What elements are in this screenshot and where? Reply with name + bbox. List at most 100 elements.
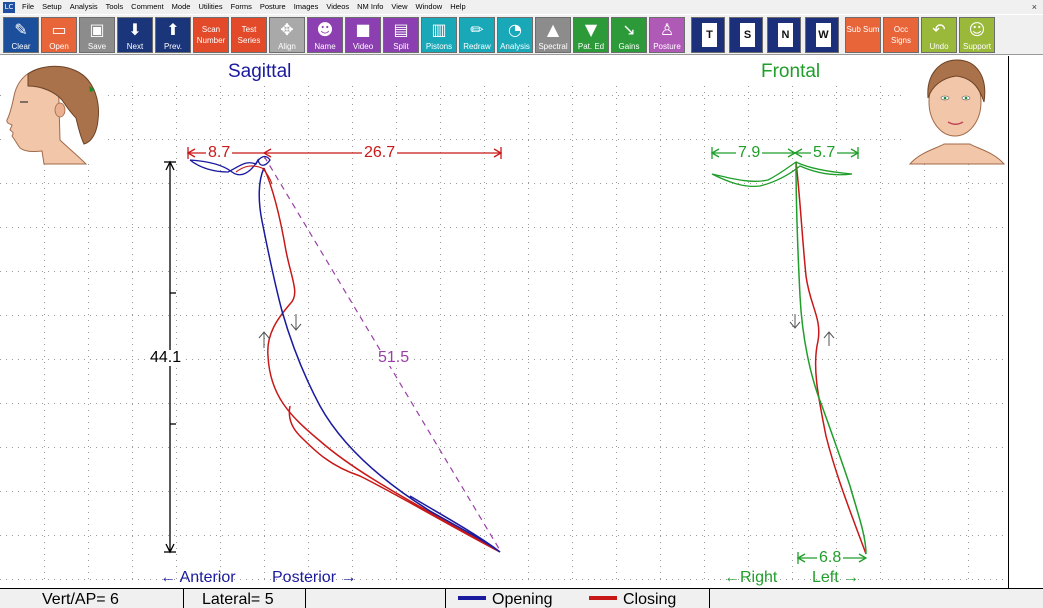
sagittal-posterior-value: 26.7 <box>362 144 398 161</box>
right-direction-label: ←Right <box>724 569 778 586</box>
toolbar-button-save[interactable]: ▣ Save <box>79 17 115 53</box>
menu-view[interactable]: View <box>387 0 411 14</box>
menu-forms[interactable]: Forms <box>227 0 256 14</box>
toolbar-button-gains[interactable]: ↘ Gains <box>611 17 647 53</box>
sagittal-vertical-value: 44.1 <box>148 349 184 366</box>
toolbar-button-label: Test Series <box>237 25 261 45</box>
toolbar-button-occ-signs[interactable]: Occ Signs <box>883 17 919 53</box>
toolbar-button-label: Spectral <box>538 42 568 51</box>
document-n-icon[interactable]: N <box>767 17 801 53</box>
toolbar-button-label: Analysis <box>500 42 530 51</box>
menu-window[interactable]: Window <box>412 0 447 14</box>
document-t-icon[interactable]: T <box>691 17 725 53</box>
profile-face-icon <box>2 58 104 165</box>
camera-icon: ■ <box>355 20 371 39</box>
frontal-opening-arrow-icon <box>823 331 835 346</box>
pencil-icon: ✏ <box>470 20 484 39</box>
toolbar-button-label: Scan Number <box>196 25 226 45</box>
align-icon: ✥ <box>280 20 294 39</box>
vert-ap-status: Vert/AP= 6 <box>0 589 184 608</box>
toolbar-button-next[interactable]: ⬇ Next <box>117 17 153 53</box>
toolbar-button-test-series[interactable]: Test Series <box>231 17 267 53</box>
toolbar-button-undo[interactable]: ↶ Undo <box>921 17 957 53</box>
toolbar-button-label: Video <box>352 42 374 51</box>
frontal-top-loops <box>711 161 853 188</box>
document-s-icon[interactable]: S <box>729 17 763 53</box>
closing-legend-label: Closing <box>622 591 677 608</box>
application-window: LC File Setup Analysis Tools Comment Mod… <box>0 0 1043 608</box>
toolbar-button-label: Sub Sum <box>846 25 880 34</box>
toolbar-button-analysis[interactable]: ◔ Analysis <box>497 17 533 53</box>
menu-help[interactable]: Help <box>446 0 469 14</box>
left-direction-label: Left → <box>812 569 860 586</box>
frontal-right-value: 7.9 <box>736 144 763 161</box>
legend: Opening Closing <box>446 589 710 608</box>
graduation-cap-icon: ▼ <box>584 20 598 39</box>
toolbar-button-split[interactable]: ▤ Split <box>383 17 419 53</box>
toolbar-button-label: Occ Signs <box>890 25 911 45</box>
menu-tools[interactable]: Tools <box>102 0 128 14</box>
opening-legend-swatch <box>458 595 486 600</box>
menu-analysis[interactable]: Analysis <box>66 0 102 14</box>
toolbar-button-name[interactable]: ☻ Name <box>307 17 343 53</box>
menu-mode[interactable]: Mode <box>168 0 195 14</box>
document-w-icon[interactable]: W <box>805 17 839 53</box>
menu-nm-info[interactable]: NM Info <box>353 0 387 14</box>
toolbar-button-spectral[interactable]: ▲ Spectral <box>535 17 571 53</box>
frontal-left-value: 5.7 <box>811 144 838 161</box>
menu-utilities[interactable]: Utilities <box>194 0 226 14</box>
toolbar-button-pistons[interactable]: ▥ Pistons <box>421 17 457 53</box>
toolbar-button-label: Posture <box>653 42 681 51</box>
arrow-up-icon: ⬆ <box>166 20 180 39</box>
toolbar-button-label: Next <box>126 42 144 51</box>
closing-legend-swatch <box>588 595 617 600</box>
toolbar-button-label: Pistons <box>425 42 453 51</box>
posterior-direction-label: Posterior → <box>272 569 357 586</box>
toolbar-button-label: Pat. Ed <box>577 42 605 51</box>
undo-icon: ↶ <box>932 20 946 39</box>
toolbar-button-redraw[interactable]: ✏ Redraw <box>459 17 495 53</box>
trace-display-area: Sagittal Frontal 8.7 26.7 44.1 51.5 7.9 … <box>0 56 1008 588</box>
toolbar-button-sub-sum[interactable]: Sub Sum <box>845 17 881 53</box>
menu-videos[interactable]: Videos <box>322 0 353 14</box>
toolbar-button-label: Undo <box>929 42 949 51</box>
toolbar-button-posture[interactable]: ♙ Posture <box>649 17 685 53</box>
close-window-icon[interactable]: × <box>1032 0 1037 14</box>
toolbar-button-video[interactable]: ■ Video <box>345 17 381 53</box>
sagittal-closing-arrow-icon <box>290 314 302 331</box>
toolbar-button-prev[interactable]: ⬆ Prev. <box>155 17 191 53</box>
frontal-closing-arrow-icon <box>789 314 801 329</box>
frontal-face-icon <box>903 58 1006 165</box>
menu-images[interactable]: Images <box>290 0 323 14</box>
trace-canvas <box>0 58 1006 580</box>
toolbar-button-pat-ed[interactable]: ▼ Pat. Ed <box>573 17 609 53</box>
support-person-icon: ☺ <box>968 20 986 39</box>
document-letter: W <box>816 23 831 47</box>
menu-file[interactable]: File <box>18 0 38 14</box>
toolbar-button-label: Clear <box>11 42 31 51</box>
sagittal-anterior-value: 8.7 <box>206 144 233 161</box>
toolbar-button-align[interactable]: ✥ Align <box>269 17 305 53</box>
anterior-direction-label: ← Anterior <box>160 569 236 586</box>
document-letter: T <box>702 23 717 47</box>
menu-setup[interactable]: Setup <box>38 0 66 14</box>
toolbar-button-label: Split <box>393 42 409 51</box>
grid-dots <box>0 86 1003 580</box>
clear-icon: ✎ <box>14 20 28 39</box>
save-icon: ▣ <box>89 20 105 39</box>
toolbar-button-label: Gains <box>618 42 640 51</box>
toolbar-button-clear[interactable]: ✎ Clear <box>3 17 39 53</box>
menu-posture[interactable]: Posture <box>256 0 290 14</box>
toolbar-button-label: Open <box>49 42 69 51</box>
toolbar-button-scan-number[interactable]: Scan Number <box>193 17 229 53</box>
opening-legend-label: Opening <box>492 591 553 608</box>
toolbar-button-support[interactable]: ☺ Support <box>959 17 995 53</box>
lateral-status: Lateral= 5 <box>184 589 306 608</box>
menu-comment[interactable]: Comment <box>127 0 168 14</box>
spectrum-icon: ▲ <box>546 20 560 39</box>
toolbar-button-label: Align <box>278 42 296 51</box>
menu-bar: LC File Setup Analysis Tools Comment Mod… <box>0 0 1043 14</box>
folder-icon: ▭ <box>51 20 67 39</box>
app-icon[interactable]: LC <box>3 1 15 13</box>
toolbar-button-open[interactable]: ▭ Open <box>41 17 77 53</box>
